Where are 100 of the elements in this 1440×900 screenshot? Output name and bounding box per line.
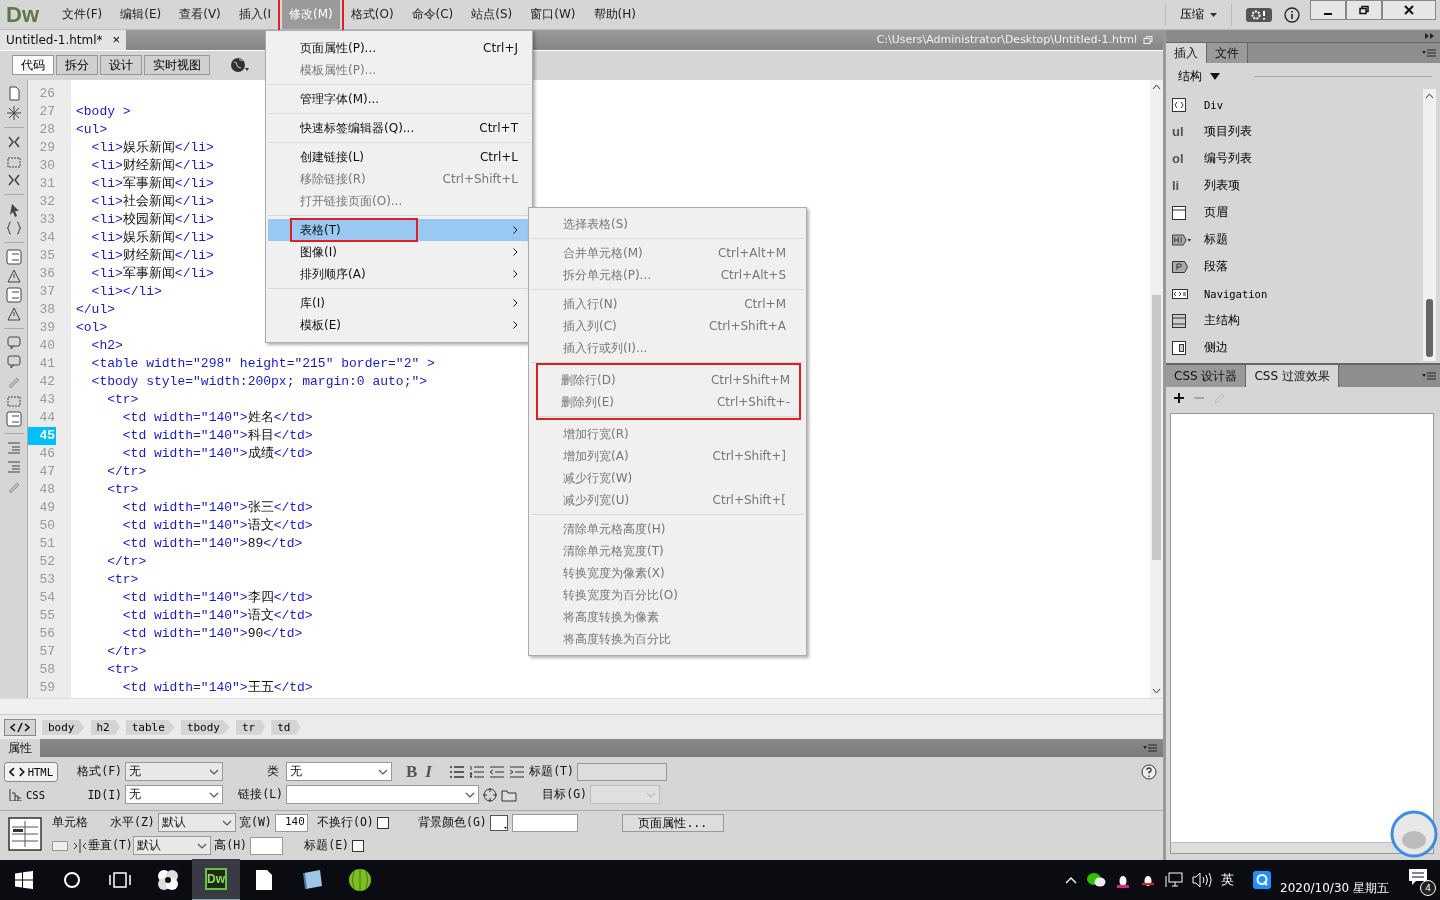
- insert-item[interactable]: 段落: [1166, 253, 1423, 280]
- target-icon[interactable]: [482, 786, 498, 803]
- menu-item[interactable]: 帮助(H): [586, 0, 643, 29]
- tag-selector-item[interactable]: body: [42, 719, 85, 735]
- network-icon[interactable]: [1165, 872, 1183, 888]
- menu-item[interactable]: 格式(O): [343, 0, 401, 29]
- scroll-up-icon[interactable]: [1425, 93, 1434, 99]
- insert-item[interactable]: 页眉: [1166, 199, 1423, 226]
- html-mode-button[interactable]: HTML: [4, 761, 58, 782]
- view-tab[interactable]: 代码: [12, 55, 54, 76]
- category-dropdown[interactable]: 结构: [1172, 66, 1226, 86]
- warning-icon[interactable]: [5, 267, 22, 284]
- comment-icon[interactable]: [5, 353, 22, 370]
- close-button[interactable]: [1382, 0, 1436, 20]
- help-icon[interactable]: [1141, 763, 1157, 780]
- menu-item[interactable]: 页面属性(P)... Ctrl+J: [268, 37, 530, 59]
- dropdown-field[interactable]: 无: [125, 785, 223, 805]
- menu-item[interactable]: 编辑(E): [113, 0, 169, 29]
- title-field[interactable]: [576, 762, 667, 781]
- braces-icon[interactable]: [5, 219, 22, 236]
- menu-item[interactable]: 快速标签编辑器(Q)... Ctrl+T: [268, 117, 530, 139]
- comment-icon[interactable]: [5, 334, 22, 351]
- height-field[interactable]: [250, 836, 283, 855]
- dw-app-icon[interactable]: Dw: [205, 868, 227, 890]
- tag-selector-item[interactable]: tr: [236, 719, 266, 735]
- melon-icon[interactable]: [348, 868, 372, 892]
- italic-button[interactable]: I: [421, 761, 436, 782]
- panel-tab[interactable]: CSS 过渡效果: [1246, 365, 1339, 387]
- color-swatch[interactable]: [489, 814, 508, 831]
- list-icon[interactable]: [5, 410, 22, 427]
- checkbox[interactable]: [352, 839, 364, 852]
- width-field[interactable]: 140: [274, 813, 308, 832]
- color-field[interactable]: [511, 813, 578, 832]
- taskbar-date[interactable]: 2020/10/30 星期五: [1280, 879, 1389, 897]
- bold-button[interactable]: B: [402, 761, 422, 782]
- panel-tab[interactable]: 插入: [1166, 43, 1207, 63]
- menu-item[interactable]: 站点(S): [464, 0, 520, 29]
- panel-menu-icon[interactable]: [1422, 372, 1436, 380]
- panel-tab[interactable]: CSS 设计器: [1166, 365, 1247, 387]
- page-properties-button[interactable]: 页面属性...: [621, 813, 724, 832]
- snowflake-icon[interactable]: [5, 104, 22, 121]
- scroll-down-icon[interactable]: [1152, 688, 1161, 695]
- penguin-icon[interactable]: [1115, 871, 1131, 889]
- insert-item[interactable]: li 列表项: [1166, 172, 1423, 199]
- dropdown-field[interactable]: 默认: [133, 836, 211, 856]
- menu-item[interactable]: 命令(C): [404, 0, 461, 29]
- list-icon[interactable]: [5, 286, 22, 303]
- menu-item[interactable]: 查看(V): [172, 0, 228, 29]
- menu-item[interactable]: 插入(I: [231, 0, 279, 29]
- link-field[interactable]: [286, 785, 479, 805]
- dropdown-field[interactable]: 默认: [157, 813, 236, 833]
- insert-item[interactable]: 标题: [1166, 226, 1423, 253]
- penguin-icon[interactable]: [1140, 871, 1156, 889]
- menu-item[interactable]: 窗口(W): [523, 0, 583, 29]
- menu-item[interactable]: 管理字体(M)...: [268, 88, 530, 110]
- dropdown-field[interactable]: 无: [125, 762, 223, 782]
- input-method-indicator[interactable]: 英: [1221, 871, 1234, 889]
- scroll-thumb[interactable]: [1426, 299, 1433, 357]
- restore-icon[interactable]: [1143, 34, 1153, 45]
- minimize-button[interactable]: [1310, 0, 1346, 20]
- code-view-icon[interactable]: [4, 718, 36, 736]
- menu-item[interactable]: 创建链接(L) Ctrl+L: [268, 146, 530, 168]
- restore-button[interactable]: [1346, 0, 1382, 20]
- css-mode-button[interactable]: CSS: [4, 784, 58, 805]
- view-tab[interactable]: 拆分: [56, 55, 98, 76]
- document-tab[interactable]: Untitled-1.html* ×: [0, 30, 127, 50]
- document-icon[interactable]: [255, 869, 273, 891]
- notepad-icon[interactable]: [300, 869, 324, 891]
- menu-item[interactable]: 文件(F): [55, 0, 110, 29]
- indent-icon[interactable]: [509, 765, 524, 778]
- insert-item[interactable]: ul 项目列表: [1166, 118, 1423, 145]
- panel-menu-icon[interactable]: [1143, 744, 1157, 753]
- merge-cells-icon[interactable]: [52, 840, 68, 851]
- outdent-icon[interactable]: [489, 765, 504, 778]
- checkbox[interactable]: [376, 816, 389, 829]
- numbered-list-icon[interactable]: [469, 765, 484, 778]
- insert-item[interactable]: ol 编号列表: [1166, 145, 1423, 172]
- bullet-list-icon[interactable]: [449, 765, 464, 778]
- menu-item[interactable]: 表格(T): [268, 219, 530, 241]
- insert-item[interactable]: Div: [1166, 91, 1423, 118]
- floating-avatar-icon[interactable]: [1390, 810, 1438, 858]
- q-app-icon[interactable]: [1253, 871, 1271, 889]
- tag-selector-item[interactable]: tbody: [180, 719, 230, 735]
- tag-selector-item[interactable]: td: [271, 719, 301, 735]
- split-cells-icon[interactable]: [72, 837, 88, 854]
- panel-menu-icon[interactable]: [1422, 49, 1436, 57]
- scroll-up-icon[interactable]: [1152, 83, 1161, 90]
- dropdown-field[interactable]: 无: [286, 762, 392, 782]
- workspace-switcher[interactable]: 压缩: [1165, 3, 1232, 26]
- add-icon[interactable]: [1174, 393, 1184, 403]
- info-icon[interactable]: [1284, 6, 1300, 23]
- view-tab[interactable]: 实时视图: [144, 55, 210, 76]
- warning-icon[interactable]: [5, 305, 22, 322]
- taskbar-button[interactable]: Dw: [192, 859, 240, 900]
- panel-tab[interactable]: 属性: [0, 739, 40, 758]
- insert-item[interactable]: 主结构: [1166, 307, 1423, 334]
- chat-icon[interactable]: [1086, 872, 1106, 888]
- pinwheel-icon[interactable]: [157, 869, 179, 891]
- tag-selector-item[interactable]: table: [125, 719, 175, 735]
- gear-alert-icon[interactable]: [1246, 7, 1272, 22]
